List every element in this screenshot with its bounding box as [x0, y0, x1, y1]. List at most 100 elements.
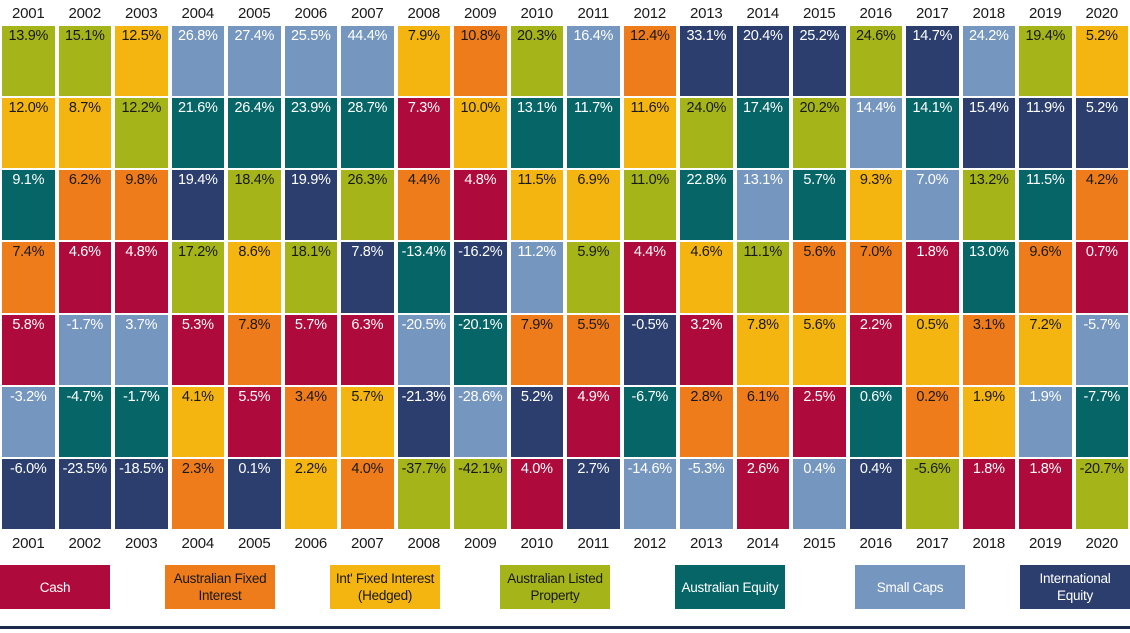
- heatmap-cell-2015-rank-5[interactable]: 5.6%: [793, 314, 846, 385]
- legend-item-australian-listed-property[interactable]: Australian Listed Property: [500, 565, 610, 609]
- heatmap-cell-2016-rank-2[interactable]: 14.4%: [849, 98, 902, 169]
- heatmap-cell-2003-rank-7[interactable]: -18.5%: [115, 458, 168, 529]
- heatmap-cell-2014-rank-2[interactable]: 17.4%: [736, 98, 789, 169]
- legend-item-int-fixed-interest-hedged[interactable]: Int' Fixed Interest (Hedged): [330, 565, 440, 609]
- heatmap-cell-2015-rank-3[interactable]: 5.7%: [793, 170, 846, 241]
- heatmap-cell-2019-rank-4[interactable]: 9.6%: [1019, 242, 1072, 313]
- heatmap-cell-2005-rank-4[interactable]: 8.6%: [228, 242, 281, 313]
- heatmap-cell-2008-rank-4[interactable]: -13.4%: [397, 242, 450, 313]
- heatmap-cell-2009-rank-7[interactable]: -42.1%: [454, 458, 507, 529]
- heatmap-cell-2013-rank-7[interactable]: -5.3%: [680, 458, 733, 529]
- heatmap-cell-2005-rank-3[interactable]: 18.4%: [228, 170, 281, 241]
- heatmap-cell-2007-rank-3[interactable]: 26.3%: [341, 170, 394, 241]
- heatmap-cell-2014-rank-5[interactable]: 7.8%: [736, 314, 789, 385]
- legend-item-australian-fixed-interest[interactable]: Australian Fixed Interest: [165, 565, 275, 609]
- heatmap-cell-2001-rank-3[interactable]: 9.1%: [2, 170, 55, 241]
- heatmap-cell-2004-rank-6[interactable]: 4.1%: [171, 386, 224, 457]
- heatmap-cell-2012-rank-6[interactable]: -6.7%: [623, 386, 676, 457]
- heatmap-cell-2012-rank-4[interactable]: 4.4%: [623, 242, 676, 313]
- heatmap-cell-2001-rank-2[interactable]: 12.0%: [2, 98, 55, 169]
- heatmap-cell-2011-rank-2[interactable]: 11.7%: [567, 98, 620, 169]
- heatmap-cell-2002-rank-7[interactable]: -23.5%: [58, 458, 111, 529]
- heatmap-cell-2007-rank-1[interactable]: 44.4%: [341, 26, 394, 97]
- heatmap-cell-2009-rank-3[interactable]: 4.8%: [454, 170, 507, 241]
- heatmap-cell-2005-rank-1[interactable]: 27.4%: [228, 26, 281, 97]
- heatmap-cell-2004-rank-5[interactable]: 5.3%: [171, 314, 224, 385]
- heatmap-cell-2004-rank-4[interactable]: 17.2%: [171, 242, 224, 313]
- heatmap-cell-2010-rank-2[interactable]: 13.1%: [510, 98, 563, 169]
- heatmap-cell-2014-rank-3[interactable]: 13.1%: [736, 170, 789, 241]
- heatmap-cell-2007-rank-5[interactable]: 6.3%: [341, 314, 394, 385]
- heatmap-cell-2015-rank-1[interactable]: 25.2%: [793, 26, 846, 97]
- heatmap-cell-2009-rank-4[interactable]: -16.2%: [454, 242, 507, 313]
- heatmap-cell-2010-rank-3[interactable]: 11.5%: [510, 170, 563, 241]
- heatmap-cell-2003-rank-2[interactable]: 12.2%: [115, 98, 168, 169]
- heatmap-cell-2009-rank-2[interactable]: 10.0%: [454, 98, 507, 169]
- heatmap-cell-2005-rank-5[interactable]: 7.8%: [228, 314, 281, 385]
- heatmap-cell-2001-rank-4[interactable]: 7.4%: [2, 242, 55, 313]
- heatmap-cell-2003-rank-6[interactable]: -1.7%: [115, 386, 168, 457]
- legend-item-international-equity[interactable]: International Equity: [1020, 565, 1130, 609]
- heatmap-cell-2010-rank-5[interactable]: 7.9%: [510, 314, 563, 385]
- heatmap-cell-2002-rank-5[interactable]: -1.7%: [58, 314, 111, 385]
- heatmap-cell-2018-rank-2[interactable]: 15.4%: [962, 98, 1015, 169]
- heatmap-cell-2020-rank-2[interactable]: 5.2%: [1075, 98, 1128, 169]
- heatmap-cell-2004-rank-2[interactable]: 21.6%: [171, 98, 224, 169]
- heatmap-cell-2009-rank-1[interactable]: 10.8%: [454, 26, 507, 97]
- heatmap-cell-2017-rank-1[interactable]: 14.7%: [906, 26, 959, 97]
- heatmap-cell-2011-rank-6[interactable]: 4.9%: [567, 386, 620, 457]
- heatmap-cell-2016-rank-5[interactable]: 2.2%: [849, 314, 902, 385]
- heatmap-cell-2001-rank-7[interactable]: -6.0%: [2, 458, 55, 529]
- heatmap-cell-2002-rank-6[interactable]: -4.7%: [58, 386, 111, 457]
- heatmap-cell-2002-rank-3[interactable]: 6.2%: [58, 170, 111, 241]
- heatmap-cell-2019-rank-1[interactable]: 19.4%: [1019, 26, 1072, 97]
- heatmap-cell-2013-rank-1[interactable]: 33.1%: [680, 26, 733, 97]
- heatmap-cell-2013-rank-3[interactable]: 22.8%: [680, 170, 733, 241]
- heatmap-cell-2010-rank-4[interactable]: 11.2%: [510, 242, 563, 313]
- heatmap-cell-2008-rank-7[interactable]: -37.7%: [397, 458, 450, 529]
- heatmap-cell-2014-rank-6[interactable]: 6.1%: [736, 386, 789, 457]
- heatmap-cell-2019-rank-2[interactable]: 11.9%: [1019, 98, 1072, 169]
- heatmap-cell-2005-rank-6[interactable]: 5.5%: [228, 386, 281, 457]
- heatmap-cell-2011-rank-5[interactable]: 5.5%: [567, 314, 620, 385]
- heatmap-cell-2009-rank-5[interactable]: -20.1%: [454, 314, 507, 385]
- heatmap-cell-2012-rank-7[interactable]: -14.6%: [623, 458, 676, 529]
- heatmap-cell-2012-rank-1[interactable]: 12.4%: [623, 26, 676, 97]
- heatmap-cell-2002-rank-1[interactable]: 15.1%: [58, 26, 111, 97]
- heatmap-cell-2016-rank-3[interactable]: 9.3%: [849, 170, 902, 241]
- heatmap-cell-2018-rank-4[interactable]: 13.0%: [962, 242, 1015, 313]
- heatmap-cell-2016-rank-7[interactable]: 0.4%: [849, 458, 902, 529]
- heatmap-cell-2013-rank-2[interactable]: 24.0%: [680, 98, 733, 169]
- heatmap-cell-2008-rank-2[interactable]: 7.3%: [397, 98, 450, 169]
- heatmap-cell-2020-rank-1[interactable]: 5.2%: [1075, 26, 1128, 97]
- heatmap-cell-2019-rank-7[interactable]: 1.8%: [1019, 458, 1072, 529]
- heatmap-cell-2013-rank-6[interactable]: 2.8%: [680, 386, 733, 457]
- heatmap-cell-2006-rank-4[interactable]: 18.1%: [284, 242, 337, 313]
- heatmap-cell-2016-rank-6[interactable]: 0.6%: [849, 386, 902, 457]
- legend-item-cash[interactable]: Cash: [0, 565, 110, 609]
- heatmap-cell-2003-rank-5[interactable]: 3.7%: [115, 314, 168, 385]
- heatmap-cell-2001-rank-1[interactable]: 13.9%: [2, 26, 55, 97]
- heatmap-cell-2008-rank-3[interactable]: 4.4%: [397, 170, 450, 241]
- heatmap-cell-2018-rank-3[interactable]: 13.2%: [962, 170, 1015, 241]
- heatmap-cell-2013-rank-4[interactable]: 4.6%: [680, 242, 733, 313]
- heatmap-cell-2017-rank-6[interactable]: 0.2%: [906, 386, 959, 457]
- heatmap-cell-2020-rank-7[interactable]: -20.7%: [1075, 458, 1128, 529]
- heatmap-cell-2017-rank-4[interactable]: 1.8%: [906, 242, 959, 313]
- heatmap-cell-2001-rank-5[interactable]: 5.8%: [2, 314, 55, 385]
- heatmap-cell-2012-rank-5[interactable]: -0.5%: [623, 314, 676, 385]
- heatmap-cell-2006-rank-1[interactable]: 25.5%: [284, 26, 337, 97]
- heatmap-cell-2006-rank-2[interactable]: 23.9%: [284, 98, 337, 169]
- heatmap-cell-2006-rank-3[interactable]: 19.9%: [284, 170, 337, 241]
- heatmap-cell-2018-rank-1[interactable]: 24.2%: [962, 26, 1015, 97]
- heatmap-cell-2007-rank-4[interactable]: 7.8%: [341, 242, 394, 313]
- heatmap-cell-2004-rank-7[interactable]: 2.3%: [171, 458, 224, 529]
- heatmap-cell-2002-rank-4[interactable]: 4.6%: [58, 242, 111, 313]
- heatmap-cell-2006-rank-6[interactable]: 3.4%: [284, 386, 337, 457]
- heatmap-cell-2018-rank-6[interactable]: 1.9%: [962, 386, 1015, 457]
- heatmap-cell-2017-rank-7[interactable]: -5.6%: [906, 458, 959, 529]
- heatmap-cell-2008-rank-6[interactable]: -21.3%: [397, 386, 450, 457]
- heatmap-cell-2012-rank-3[interactable]: 11.0%: [623, 170, 676, 241]
- heatmap-cell-2019-rank-5[interactable]: 7.2%: [1019, 314, 1072, 385]
- heatmap-cell-2020-rank-4[interactable]: 0.7%: [1075, 242, 1128, 313]
